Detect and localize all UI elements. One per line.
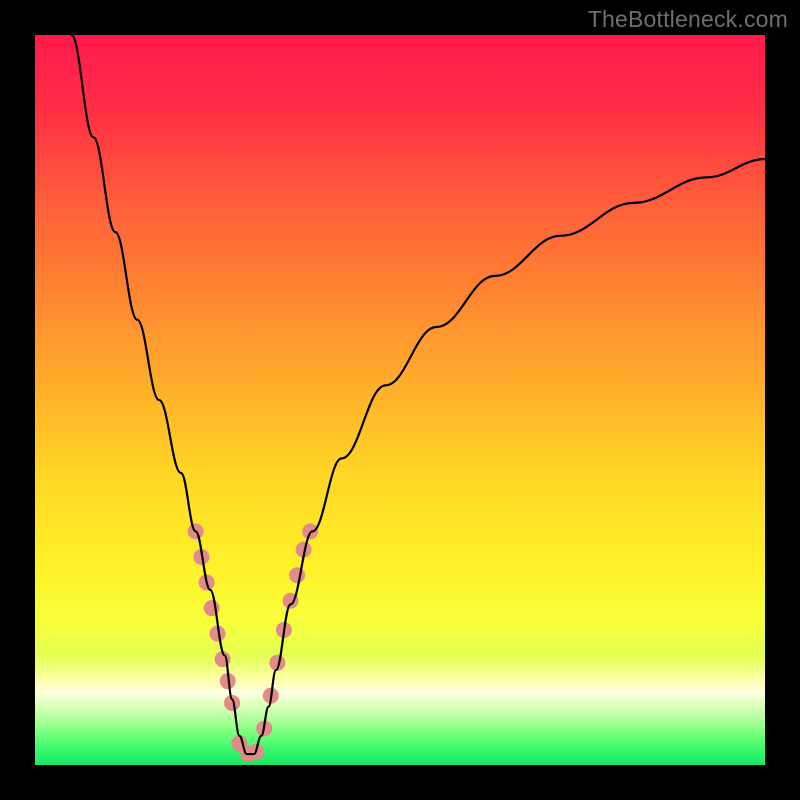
frame-black: TheBottleneck.com: [0, 0, 800, 800]
bottleneck-chart: [35, 35, 765, 765]
gradient-background: [35, 35, 765, 765]
watermark-text: TheBottleneck.com: [588, 6, 788, 33]
highlight-dot: [224, 695, 240, 711]
plot-area: [35, 35, 765, 765]
highlight-dot: [289, 567, 305, 583]
